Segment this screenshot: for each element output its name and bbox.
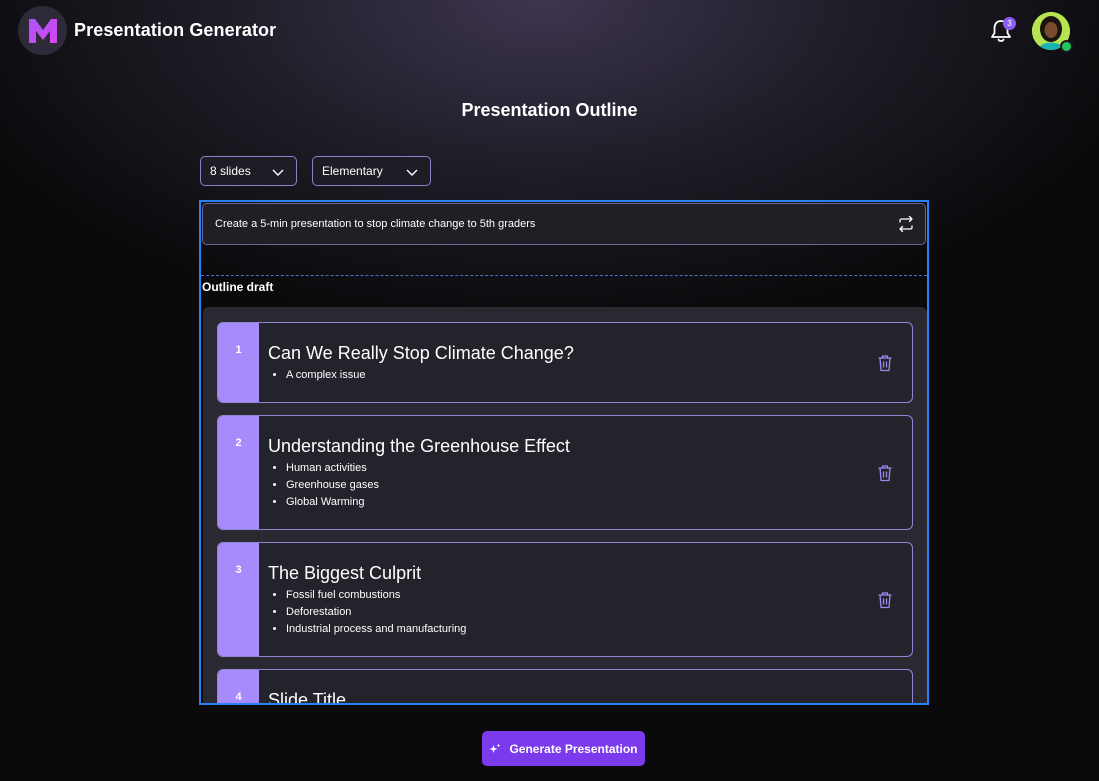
slide-count-value: 8 slides bbox=[210, 164, 251, 178]
regenerate-icon[interactable] bbox=[897, 215, 915, 233]
audience-level-value: Elementary bbox=[322, 164, 383, 178]
generate-presentation-label: Generate Presentation bbox=[509, 741, 638, 756]
slide-bullet[interactable]: Deforestation bbox=[286, 604, 466, 621]
generate-presentation-button[interactable]: Generate Presentation bbox=[482, 731, 645, 766]
section-divider bbox=[201, 275, 927, 276]
slide-bullet[interactable]: Global Warming bbox=[286, 494, 379, 511]
slide-number: 3 bbox=[218, 543, 259, 656]
outline-editor: Create a 5-min presentation to stop clim… bbox=[199, 200, 929, 705]
slide-number: 2 bbox=[218, 416, 259, 529]
trash-icon[interactable] bbox=[877, 591, 893, 609]
slide-bullets: Fossil fuel combustions Deforestation In… bbox=[268, 587, 466, 638]
slide-title[interactable]: Understanding the Greenhouse Effect bbox=[268, 436, 570, 457]
page-title: Presentation Outline bbox=[461, 100, 638, 120]
prompt-text: Create a 5-min presentation to stop clim… bbox=[215, 218, 536, 230]
slide-card[interactable]: 3 The Biggest Culprit Fossil fuel combus… bbox=[217, 542, 913, 657]
slide-title[interactable]: The Biggest Culprit bbox=[268, 563, 421, 584]
online-status-indicator bbox=[1060, 40, 1073, 53]
chevron-down-icon bbox=[272, 169, 284, 176]
trash-icon[interactable] bbox=[877, 464, 893, 482]
slide-bullet[interactable]: A complex issue bbox=[286, 367, 365, 384]
logo-icon bbox=[28, 18, 57, 43]
app-title: Presentation Generator bbox=[74, 20, 277, 40]
slide-bullet[interactable]: Industrial process and manufacturing bbox=[286, 621, 466, 638]
slide-card[interactable]: 2 Understanding the Greenhouse Effect Hu… bbox=[217, 415, 913, 530]
slide-bullet[interactable]: Greenhouse gases bbox=[286, 477, 379, 494]
slide-title[interactable]: Can We Really Stop Climate Change? bbox=[268, 343, 574, 364]
outline-list: 1 Can We Really Stop Climate Change? A c… bbox=[203, 307, 927, 703]
slide-bullets: A complex issue bbox=[268, 367, 365, 384]
app-logo bbox=[18, 6, 67, 55]
slide-bullet[interactable]: Fossil fuel combustions bbox=[286, 587, 466, 604]
trash-icon[interactable] bbox=[877, 354, 893, 372]
slide-bullet[interactable]: Human activities bbox=[286, 460, 379, 477]
chevron-down-icon bbox=[406, 169, 418, 176]
notification-count-badge: 3 bbox=[1003, 17, 1016, 30]
outline-draft-label: Outline draft bbox=[202, 280, 274, 294]
slide-bullets: Human activities Greenhouse gases Global… bbox=[268, 460, 379, 511]
slide-number: 4 bbox=[218, 670, 259, 703]
prompt-input[interactable]: Create a 5-min presentation to stop clim… bbox=[202, 203, 926, 245]
slide-card[interactable]: 1 Can We Really Stop Climate Change? A c… bbox=[217, 322, 913, 403]
slide-title[interactable]: Slide Title bbox=[268, 690, 346, 703]
slide-number: 1 bbox=[218, 323, 259, 402]
slide-card[interactable]: 4 Slide Title bbox=[217, 669, 913, 703]
sparkle-icon bbox=[489, 743, 501, 753]
audience-level-select[interactable]: Elementary bbox=[312, 156, 431, 186]
slide-count-select[interactable]: 8 slides bbox=[200, 156, 297, 186]
